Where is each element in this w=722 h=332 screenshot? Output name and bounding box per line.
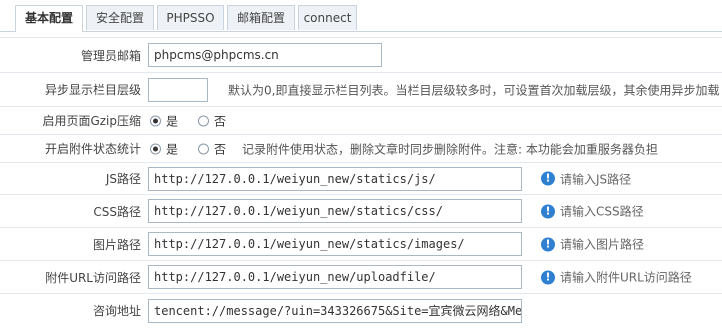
image-path-label: 图片路径 <box>92 237 141 252</box>
attachment-stat-hint: 记录附件使用状态，删除文章时同步删除附件。注意: 本功能会加重服务器负担 <box>242 142 658 156</box>
upload-url-input[interactable]: http://127.0.0.1/weiyun_new/uploadfile/ <box>148 265 522 289</box>
attachment-stat-no-label[interactable]: 否 <box>214 140 226 157</box>
gzip-label: 启用页面Gzip压缩 <box>42 114 141 128</box>
gzip-radio-group: 是 否 <box>150 112 246 129</box>
tab-phpsso[interactable]: PHPSSO <box>157 5 224 30</box>
attachment-stat-radio-group: 是 否 <box>150 140 246 157</box>
info-circle-icon: ! <box>541 237 555 251</box>
row-attachment-stat: 开启附件状态统计 是 否 记录附件使用状态，删除文章时同步删除附件。注意: 本功… <box>0 135 722 163</box>
row-css-path: CSS路径 http://127.0.0.1/weiyun_new/static… <box>0 195 722 228</box>
row-upload-url: 附件URL访问路径 http://127.0.0.1/weiyun_new/up… <box>0 261 722 294</box>
admin-email-label: 管理员邮箱 <box>80 48 141 63</box>
attachment-stat-label: 开启附件状态统计 <box>44 142 141 156</box>
tab-email-config[interactable]: 邮箱配置 <box>227 5 295 30</box>
js-path-tip-text: 请输入JS路径 <box>560 172 632 186</box>
consult-url-input[interactable]: tencent://message/?uin=343326675&Site=宜宾… <box>148 298 522 323</box>
tab-security-config[interactable]: 安全配置 <box>86 5 154 30</box>
upload-url-tip-text: 请输入附件URL访问路径 <box>560 270 692 285</box>
info-circle-icon: ! <box>541 270 555 284</box>
gzip-yes-radio[interactable] <box>150 115 161 126</box>
image-path-tip-text: 请输入图片路径 <box>560 237 645 252</box>
tab-connect[interactable]: connect <box>298 5 357 30</box>
attachment-stat-yes-label[interactable]: 是 <box>166 140 178 157</box>
basic-config-form: 管理员邮箱 phpcms@phpcms.cn 异步显示栏目层级 默认为0,即直接… <box>0 37 722 327</box>
row-js-path: JS路径 http://127.0.0.1/weiyun_new/statics… <box>0 163 722 195</box>
css-path-input[interactable]: http://127.0.0.1/weiyun_new/statics/css/ <box>148 199 522 223</box>
css-path-tip-text: 请输入CSS路径 <box>560 204 644 219</box>
attachment-stat-yes-radio[interactable] <box>150 143 161 154</box>
row-async-category-level: 异步显示栏目层级 默认为0,即直接显示栏目列表。当栏目层级较多时，可设置首次加载… <box>0 73 722 107</box>
tab-basic-config[interactable]: 基本配置 <box>15 5 83 32</box>
js-path-input[interactable]: http://127.0.0.1/weiyun_new/statics/js/ <box>148 166 522 191</box>
settings-tab-bar: 基本配置 安全配置 PHPSSO 邮箱配置 connect <box>0 0 722 32</box>
js-path-label: JS路径 <box>105 172 141 186</box>
gzip-no-label[interactable]: 否 <box>214 112 226 129</box>
image-path-tip: ! 请输入图片路径 <box>541 236 644 253</box>
async-category-level-hint: 默认为0,即直接显示栏目列表。当栏目层级较多时，可设置首次加载层级，其余使用异步… <box>228 83 720 97</box>
consult-url-label: 咨询地址 <box>92 304 141 318</box>
upload-url-tip: ! 请输入附件URL访问路径 <box>541 269 692 286</box>
row-consult-url: 咨询地址 tencent://message/?uin=343326675&Si… <box>0 294 722 327</box>
admin-email-input[interactable]: phpcms@phpcms.cn <box>148 43 382 67</box>
row-image-path: 图片路径 http://127.0.0.1/weiyun_new/statics… <box>0 228 722 261</box>
gzip-yes-label[interactable]: 是 <box>166 112 178 129</box>
info-circle-icon: ! <box>541 171 555 186</box>
upload-url-label: 附件URL访问路径 <box>45 270 141 285</box>
js-path-tip: ! 请输入JS路径 <box>541 170 631 187</box>
attachment-stat-no-radio[interactable] <box>198 143 210 154</box>
row-gzip: 启用页面Gzip压缩 是 否 <box>0 107 722 135</box>
css-path-tip: ! 请输入CSS路径 <box>541 203 644 220</box>
gzip-no-radio[interactable] <box>198 115 210 126</box>
async-category-level-label: 异步显示栏目层级 <box>44 83 141 97</box>
async-category-level-input[interactable] <box>148 77 208 102</box>
image-path-input[interactable]: http://127.0.0.1/weiyun_new/statics/imag… <box>148 232 522 256</box>
row-admin-email: 管理员邮箱 phpcms@phpcms.cn <box>0 38 722 73</box>
css-path-label: CSS路径 <box>93 204 141 219</box>
info-circle-icon: ! <box>541 204 555 218</box>
